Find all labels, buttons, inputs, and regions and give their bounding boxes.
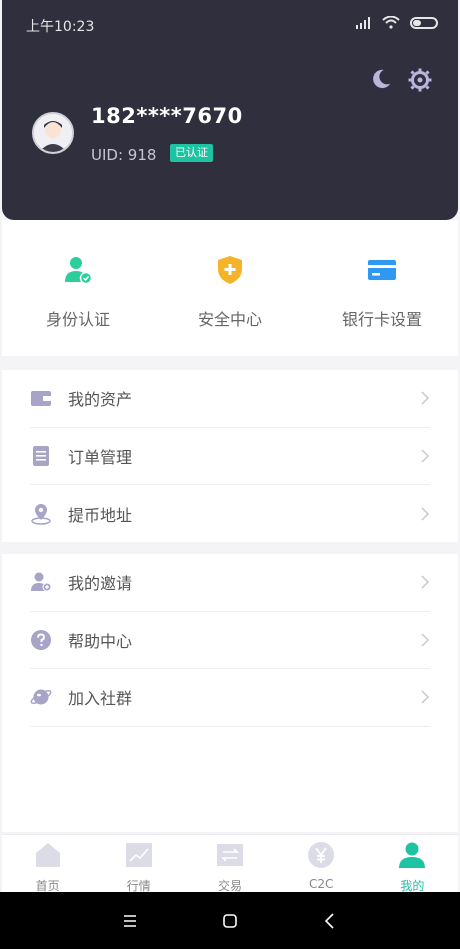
menu-item-join-community[interactable]: 加入社群 (30, 669, 430, 727)
menu-label: 帮助中心 (68, 631, 133, 651)
status-time: 上午10:23 (26, 19, 95, 35)
menu-label: 我的邀请 (68, 574, 133, 594)
help-icon (31, 629, 51, 650)
tab-profile[interactable]: 我的 (377, 835, 447, 893)
identity-verify-icon (65, 257, 93, 285)
menu-item-withdraw-address[interactable]: 提币地址 (30, 485, 430, 543)
chevron-right-icon (421, 690, 430, 704)
identity-verify-label: 身份认证 (45, 310, 110, 329)
menu-label: 提币地址 (68, 505, 133, 525)
tab-market[interactable]: 行情 (104, 835, 174, 893)
tab-trade[interactable]: 交易 (195, 835, 265, 893)
tab-c2c[interactable]: C2C (286, 835, 356, 892)
tab-home[interactable]: 首页 (13, 835, 83, 893)
chevron-right-icon (421, 507, 430, 521)
avatar[interactable] (32, 112, 74, 154)
menu-item-my-assets[interactable]: 我的资产 (30, 370, 430, 428)
profile-header: 上午10:23 182****7670 UID: 918 已认证 (2, 0, 458, 220)
system-nav-bar (0, 892, 460, 949)
clipboard-icon (33, 445, 49, 466)
chevron-right-icon (421, 575, 430, 589)
menu-icon[interactable] (120, 911, 140, 931)
verified-badge: 已认证 (170, 144, 213, 162)
menu-item-order-management[interactable]: 订单管理 (30, 428, 430, 485)
location-pin-icon (31, 503, 51, 525)
bank-card-label: 银行卡设置 (341, 310, 422, 329)
exchange-icon (216, 844, 243, 866)
invite-user-icon (31, 572, 52, 592)
user-phone: 182****7670 (91, 104, 243, 128)
menu-group-community: 我的邀请 帮助中心 加入社群 (2, 554, 458, 832)
wifi-icon (382, 16, 400, 29)
bank-card-button[interactable]: 银行卡设置 (312, 220, 452, 330)
chevron-right-icon (421, 449, 430, 463)
status-icons (356, 16, 438, 29)
planet-icon (30, 689, 52, 705)
security-center-label: 安全中心 (197, 310, 262, 329)
identity-verify-button[interactable]: 身份认证 (8, 220, 148, 330)
gear-icon[interactable] (408, 68, 432, 92)
wallet-icon (31, 391, 51, 407)
menu-item-help-center[interactable]: 帮助中心 (30, 612, 430, 669)
signal-icon (356, 16, 370, 29)
profile-icon (399, 842, 426, 868)
quick-actions: 身份认证 安全中心 银行卡设置 (2, 220, 458, 356)
moon-icon[interactable] (370, 68, 392, 90)
home-button-icon[interactable] (220, 911, 240, 931)
menu-item-my-invites[interactable]: 我的邀请 (30, 554, 430, 612)
menu-group-assets: 我的资产 订单管理 提币地址 (2, 370, 458, 542)
tab-label: C2C (308, 877, 334, 891)
user-uid: UID: 918 (91, 146, 157, 164)
bottom-tab-bar: 首页 行情 交易 C2C 我的 (2, 834, 458, 893)
user-avatar-icon (34, 114, 72, 152)
menu-label: 我的资产 (68, 390, 133, 410)
menu-label: 加入社群 (68, 689, 133, 709)
back-icon[interactable] (320, 911, 340, 931)
chevron-right-icon (421, 391, 430, 405)
chevron-right-icon (421, 633, 430, 647)
menu-label: 订单管理 (68, 447, 133, 467)
chart-icon (125, 843, 152, 867)
security-shield-icon (218, 256, 242, 284)
bank-card-icon (368, 260, 396, 280)
yen-icon (308, 842, 335, 868)
battery-icon (410, 16, 438, 29)
home-icon (35, 843, 60, 867)
security-center-button[interactable]: 安全中心 (160, 220, 300, 330)
